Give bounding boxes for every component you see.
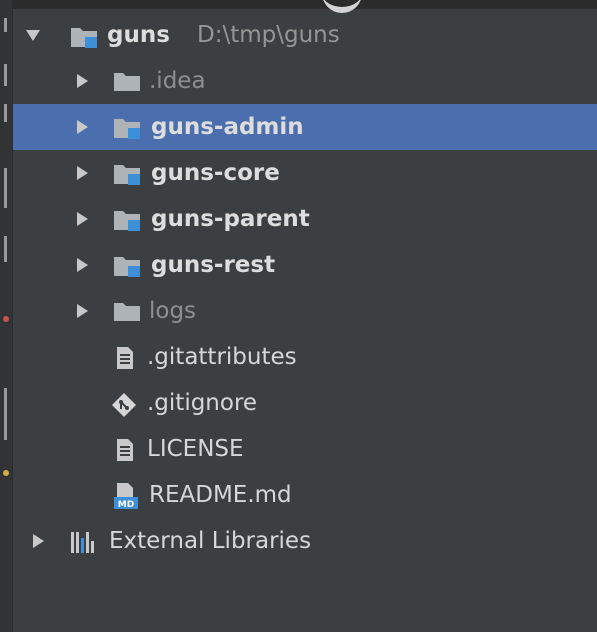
project-tree: guns D:\tmp\guns .idea guns-admin guns-c… <box>13 12 597 564</box>
svg-text:MD: MD <box>118 500 134 510</box>
gutter-mark <box>4 168 7 208</box>
tree-node-label: External Libraries <box>109 528 312 554</box>
gutter-mark <box>4 64 7 86</box>
tree-node-idea[interactable]: .idea <box>13 58 597 104</box>
module-folder-icon <box>114 211 140 231</box>
tree-node-label: README.md <box>149 482 292 508</box>
collapse-arrow-icon[interactable] <box>26 30 40 41</box>
tree-node-guns-parent[interactable]: guns-parent <box>13 196 597 242</box>
module-folder-icon <box>114 257 140 277</box>
expand-arrow-icon[interactable] <box>33 534 44 548</box>
expand-arrow-icon[interactable] <box>77 304 88 318</box>
gutter-mark <box>4 18 7 32</box>
tree-node-label: guns-core <box>151 160 280 186</box>
left-gutter <box>0 0 13 632</box>
expand-arrow-icon[interactable] <box>77 74 88 88</box>
markdown-file-icon: MD <box>114 483 138 510</box>
tree-node-readme[interactable]: MD README.md <box>13 472 597 518</box>
gutter-warning-dot <box>3 470 9 476</box>
gutter-mark <box>4 104 7 122</box>
module-folder-icon <box>114 119 140 139</box>
tree-node-guns[interactable]: guns D:\tmp\guns <box>13 12 597 58</box>
tree-node-label: guns-admin <box>151 114 304 140</box>
module-folder-icon <box>114 165 140 185</box>
editor-top-strip <box>0 0 597 13</box>
tree-node-label: guns-rest <box>151 252 276 278</box>
gutter-mark <box>4 236 7 262</box>
folder-icon <box>114 303 140 321</box>
root-module-name: guns <box>107 22 170 48</box>
folder-icon <box>114 73 140 91</box>
tree-node-gitignore[interactable]: .gitignore <box>13 380 597 426</box>
text-file-icon <box>117 347 133 369</box>
tree-node-external-libraries[interactable]: External Libraries <box>13 518 597 564</box>
expand-arrow-icon[interactable] <box>77 166 88 180</box>
tree-node-guns-admin[interactable]: guns-admin <box>13 104 597 150</box>
tree-node-license[interactable]: LICENSE <box>13 426 597 472</box>
git-diamond-icon <box>112 393 136 417</box>
project-tool-window: guns D:\tmp\guns .idea guns-admin guns-c… <box>0 0 597 632</box>
expand-arrow-icon[interactable] <box>77 258 88 272</box>
gutter-mark <box>4 388 7 440</box>
module-folder-icon <box>71 28 97 48</box>
expand-arrow-icon[interactable] <box>77 120 88 134</box>
tree-node-logs[interactable]: logs <box>13 288 597 334</box>
tree-node-guns-core[interactable]: guns-core <box>13 150 597 196</box>
tree-node-label: logs <box>149 298 197 324</box>
tree-node-label: .idea <box>149 68 206 94</box>
library-bars-icon <box>71 532 94 553</box>
expand-arrow-icon[interactable] <box>77 212 88 226</box>
tree-node-gitattributes[interactable]: .gitattributes <box>13 334 597 380</box>
tree-node-label: LICENSE <box>147 436 244 462</box>
root-module-path: D:\tmp\guns <box>197 22 340 48</box>
tree-node-label: guns-parent <box>151 206 310 232</box>
text-file-icon <box>117 439 133 461</box>
tree-node-label: .gitattributes <box>147 344 297 370</box>
tree-node-label: .gitignore <box>147 390 258 416</box>
gutter-error-dot <box>3 316 9 322</box>
tree-node-guns-rest[interactable]: guns-rest <box>13 242 597 288</box>
